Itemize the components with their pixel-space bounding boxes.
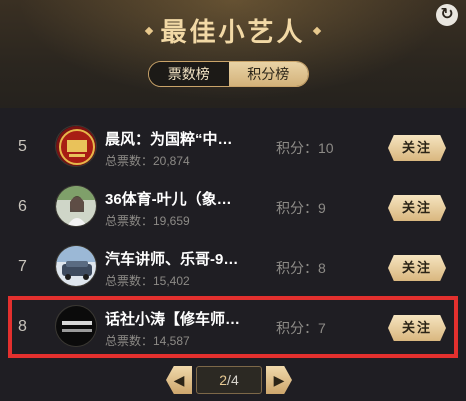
avatar-image — [56, 126, 96, 166]
avatar-image — [56, 186, 96, 226]
list-item: 7 汽车讲师、乐哥-9… 总票数：15,402 积分：8 关注 — [0, 238, 466, 298]
page-indicator: 2/4 — [196, 366, 262, 394]
ranking-list: 5 晨风：为国粹“中… 总票数：20,874 积分：10 关注 6 36体育-叶 — [0, 118, 466, 358]
artist-name[interactable]: 36体育-叶儿（象… — [105, 188, 232, 209]
points: 积分：7 — [276, 320, 326, 336]
list-item: 6 36体育-叶儿（象… 总票数：19,659 积分：9 关注 — [0, 178, 466, 238]
avatar-image — [56, 306, 96, 346]
artist-name[interactable]: 汽车讲师、乐哥-9… — [105, 248, 238, 269]
total-votes: 总票数：14,587 — [105, 334, 190, 348]
chevron-left-icon: ◀ — [173, 372, 185, 388]
avatar[interactable] — [55, 245, 97, 287]
total-votes: 总票数：20,874 — [105, 154, 190, 168]
artist-name[interactable]: 晨风：为国粹“中… — [105, 128, 233, 149]
avatar-image — [56, 246, 96, 286]
artist-name[interactable]: 话社小涛【修车师… — [105, 308, 240, 329]
refresh-icon[interactable]: ↻ — [436, 4, 458, 26]
avatar[interactable] — [55, 185, 97, 227]
ranking-tabs: 票数榜 积分榜 — [148, 61, 309, 87]
rank-number: 5 — [18, 138, 27, 155]
points: 积分：10 — [276, 140, 334, 156]
list-item: 5 晨风：为国粹“中… 总票数：20,874 积分：10 关注 — [0, 118, 466, 178]
page-title: 最佳小艺人 — [160, 17, 306, 47]
follow-button[interactable]: 关注 — [388, 195, 446, 221]
chevron-right-icon: ▶ — [273, 372, 285, 388]
tab-points[interactable]: 积分榜 — [228, 62, 308, 86]
prev-page-button[interactable]: ◀ — [166, 366, 192, 394]
current-page: 2 — [219, 372, 228, 388]
rank-number: 7 — [18, 258, 27, 275]
next-page-button[interactable]: ▶ — [266, 366, 292, 394]
rank-number: 8 — [18, 318, 27, 335]
total-pages: 4 — [230, 372, 239, 388]
follow-button[interactable]: 关注 — [388, 315, 446, 341]
rank-number: 6 — [18, 198, 27, 215]
avatar[interactable] — [55, 125, 97, 167]
total-votes: 总票数：19,659 — [105, 214, 190, 228]
follow-button[interactable]: 关注 — [388, 255, 446, 281]
avatar[interactable] — [55, 305, 97, 347]
follow-button[interactable]: 关注 — [388, 135, 446, 161]
total-votes: 总票数：15,402 — [105, 274, 190, 288]
points: 积分：9 — [276, 200, 326, 216]
list-item: 8 话社小涛【修车师… 总票数：14,587 积分：7 关注 — [0, 298, 466, 358]
tab-votes[interactable]: 票数榜 — [149, 62, 229, 86]
pagination: ◀ 2/4 ▶ — [166, 364, 292, 396]
points: 积分：8 — [276, 260, 326, 276]
